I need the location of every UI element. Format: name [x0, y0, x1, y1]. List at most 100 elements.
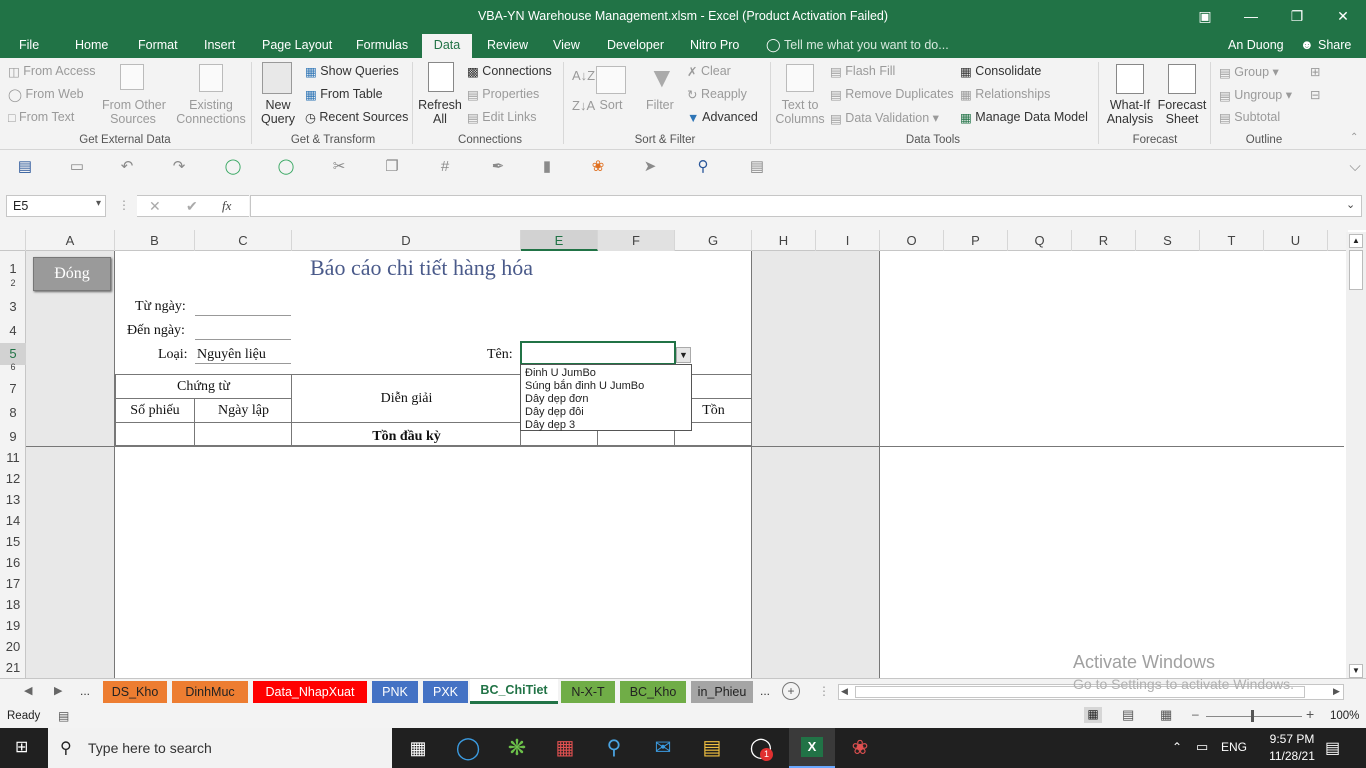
paint-app-icon[interactable]: ❀ — [845, 734, 875, 762]
format-painter-icon[interactable]: ✒ — [489, 158, 507, 176]
consolidate-button[interactable]: ▦ Consolidate — [960, 64, 1041, 79]
row-header[interactable]: 17 — [0, 576, 26, 591]
row-header[interactable]: 9 — [0, 429, 26, 444]
row-header[interactable]: 16 — [0, 555, 26, 570]
scroll-left-icon[interactable]: ◀ — [24, 684, 32, 697]
new-file-icon[interactable]: ▭ — [68, 158, 86, 176]
minimize-button[interactable]: — — [1228, 0, 1274, 34]
manage-data-model-button[interactable]: ▦ Manage Data Model — [960, 110, 1088, 125]
dropdown-arrow-icon[interactable]: ▼ — [676, 347, 691, 363]
edit-links-button[interactable]: ▤ Edit Links — [467, 110, 537, 125]
name-box[interactable]: E5 ▾ — [6, 195, 106, 217]
paste-icon[interactable]: ▤ — [748, 158, 766, 176]
tab-nitro-pro[interactable]: Nitro Pro — [680, 34, 749, 58]
group-button[interactable]: ▤ Group ▾ — [1219, 64, 1279, 80]
tab-insert[interactable]: Insert — [194, 34, 245, 58]
tab-split-icon[interactable]: ⋮ — [818, 684, 830, 698]
scroll-down-icon[interactable]: ▼ — [1349, 664, 1363, 678]
tab-review[interactable]: Review — [477, 34, 538, 58]
add-sheet-button[interactable]: + — [782, 682, 800, 700]
column-header[interactable]: T — [1200, 230, 1264, 251]
name-select-cell[interactable] — [520, 341, 676, 365]
row-header[interactable]: 8 — [0, 405, 26, 420]
column-header[interactable]: Q — [1008, 230, 1072, 251]
row-header[interactable]: 13 — [0, 492, 26, 507]
row-header[interactable]: 7 — [0, 381, 26, 396]
sheet-tab-pxk[interactable]: PXK — [423, 681, 468, 703]
restore-button[interactable]: ❐ — [1274, 0, 1320, 34]
what-if-analysis-button[interactable]: What-If Analysis — [1102, 98, 1158, 126]
show-queries-button[interactable]: ▦ Show Queries — [305, 64, 399, 79]
connections-button[interactable]: ▩ Connections — [467, 64, 552, 79]
sort-az-icon[interactable]: A↓Z — [572, 68, 595, 83]
relationships-button[interactable]: ▦ Relationships — [960, 87, 1050, 102]
from-text-button[interactable]: □ From Text — [8, 110, 74, 125]
circle-green-icon-2[interactable]: ◯ — [277, 158, 295, 176]
column-header-selected[interactable]: E — [521, 230, 598, 251]
recent-sources-button[interactable]: ◷ Recent Sources — [305, 110, 408, 125]
share-button[interactable]: Share — [1318, 38, 1351, 52]
tab-format[interactable]: Format — [128, 34, 188, 58]
row-header[interactable]: 14 — [0, 513, 26, 528]
from-table-button[interactable]: ▦ From Table — [305, 87, 383, 102]
column-header[interactable]: R — [1072, 230, 1136, 251]
tab-page-layout[interactable]: Page Layout — [252, 34, 342, 58]
sheet-tab-in-phieu[interactable]: in_Phieu — [691, 681, 753, 703]
sheet-tab-ds-kho[interactable]: DS_Kho — [103, 681, 167, 703]
row-header[interactable]: 3 — [0, 299, 26, 314]
collapse-ribbon-icon[interactable]: ⌃ — [1350, 132, 1358, 143]
sheet-tab-nxt[interactable]: N-X-T — [561, 681, 615, 703]
row-header[interactable]: 20 — [0, 639, 26, 654]
zalo-chat-icon[interactable]: ◯ 1 — [746, 734, 776, 762]
customize-qat-icon[interactable]: ⌵ — [1346, 158, 1364, 176]
column-header[interactable]: S — [1136, 230, 1200, 251]
type-value[interactable]: Nguyên liệu — [197, 347, 266, 363]
data-validation-button[interactable]: ▤ Data Validation ▾ — [830, 110, 939, 126]
hide-detail-icon[interactable]: ⊟ — [1310, 87, 1320, 102]
tab-file[interactable]: File — [9, 34, 49, 58]
sheet-tab-bc-kho[interactable]: BC_Kho — [620, 681, 686, 703]
sheet-tab-dinhmuc[interactable]: DinhMuc — [172, 681, 248, 703]
column-header[interactable]: A — [26, 230, 115, 251]
from-date-field[interactable] — [195, 315, 291, 316]
zoom-level[interactable]: 100% — [1330, 710, 1359, 722]
ribbon-display-options-icon[interactable]: ▣ — [1182, 0, 1228, 34]
row-header[interactable]: 18 — [0, 597, 26, 612]
sheet-tab-pnk[interactable]: PNK — [372, 681, 418, 703]
row-header[interactable]: 21 — [0, 660, 26, 675]
confirm-entry-icon[interactable]: ✔ — [186, 198, 198, 215]
normal-view-icon[interactable]: ▦ — [1084, 707, 1102, 723]
green-app-icon[interactable]: ❋ — [502, 734, 532, 762]
close-window-button[interactable]: ✕ — [1320, 0, 1366, 34]
clear-button[interactable]: ✗ Clear — [687, 64, 731, 79]
row-header[interactable]: 11 — [0, 450, 26, 465]
tab-view[interactable]: View — [543, 34, 590, 58]
column-header[interactable]: D — [292, 230, 521, 251]
page-layout-view-icon[interactable]: ▤ — [1122, 707, 1134, 723]
column-header[interactable]: G — [675, 230, 752, 251]
zoom-out-button[interactable]: – — [1192, 707, 1199, 721]
column-header[interactable]: B — [115, 230, 195, 251]
app-grid-icon[interactable]: ▦ — [550, 734, 580, 762]
column-header[interactable]: I — [816, 230, 880, 251]
flash-fill-button[interactable]: ▤ Flash Fill — [830, 64, 895, 79]
dropdown-option[interactable]: Đinh U JumBo — [525, 367, 687, 380]
sort-button[interactable]: Sort — [596, 98, 626, 112]
task-view-icon[interactable]: ▦ — [403, 734, 433, 762]
filter-button[interactable]: Filter — [646, 98, 674, 112]
hscroll-right-icon[interactable]: ▶ — [1333, 686, 1340, 697]
macro-record-icon[interactable]: ▤ — [58, 709, 69, 723]
more-sheets-left[interactable]: ... — [80, 684, 90, 698]
dropdown-option[interactable]: Dây dẹp đôi — [525, 406, 687, 419]
refresh-all-button[interactable]: Refresh All — [417, 98, 463, 126]
chart-icon[interactable]: ▮ — [538, 158, 556, 176]
column-header[interactable]: C — [195, 230, 292, 251]
properties-button[interactable]: ▤ Properties — [467, 87, 539, 102]
hscroll-left-icon[interactable]: ◀ — [841, 686, 848, 697]
language-indicator[interactable]: ENG — [1221, 740, 1247, 754]
vertical-scrollbar[interactable]: ▲ ▼ — [1346, 232, 1366, 678]
zoom-in-button[interactable]: + — [1306, 706, 1314, 722]
forecast-sheet-button[interactable]: Forecast Sheet — [1156, 98, 1208, 126]
excel-taskbar-item[interactable]: X — [789, 728, 835, 768]
magnifier-icon[interactable]: ⚲ — [694, 158, 712, 176]
